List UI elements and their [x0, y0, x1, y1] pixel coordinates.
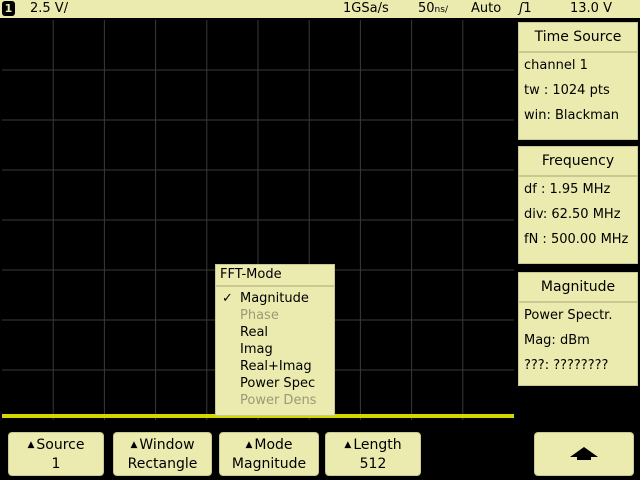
frequency-div: div: 62.50 MHz	[524, 207, 621, 222]
timebase: 50ns/	[418, 0, 448, 19]
fft-mode-option[interactable]: ✓ Magnitude	[216, 290, 334, 307]
sample-rate: 1GSa/s	[343, 1, 389, 16]
fft-mode-option[interactable]: Imag	[216, 341, 334, 358]
menu-up-button[interactable]	[534, 432, 634, 476]
mode-softkey-label: Mode	[254, 437, 293, 453]
source-softkey-label: Source	[36, 437, 85, 453]
triangle-up-icon: ▲	[344, 440, 352, 450]
fft-mode-menu-title: FFT-Mode	[216, 265, 334, 287]
source-softkey-value: 1	[51, 456, 61, 472]
fft-mode-menu: FFT-Mode ✓ Magnitude Phase Real Imag Real+Ima…	[215, 264, 335, 416]
magnitude-title: Magnitude	[519, 273, 637, 303]
length-softkey[interactable]: ▲ Length 512	[325, 432, 421, 476]
source-softkey[interactable]: ▲ Source 1	[8, 432, 104, 476]
timebase-value: 50	[418, 1, 435, 16]
channel-badge: 1	[2, 1, 15, 16]
window-softkey-label: Window	[139, 437, 195, 453]
mode-softkey-value: Magnitude	[231, 456, 307, 472]
length-softkey-label: Length	[353, 437, 402, 453]
fft-mode-option-label: Phase	[240, 308, 279, 323]
arrow-up-icon-stem	[577, 457, 591, 460]
timebase-unit: ns/	[434, 5, 448, 15]
fft-mode-option[interactable]: Real+Imag	[216, 358, 334, 375]
time-source-title: Time Source	[519, 23, 637, 53]
fft-mode-option-label: Power Spec	[240, 376, 316, 391]
trigger-level: 13.0 V	[570, 1, 612, 16]
mode-softkey[interactable]: ▲ Mode Magnitude	[219, 432, 319, 476]
time-source-win: win: Blackman	[524, 108, 620, 123]
time-source-panel: Time Source channel 1 tw : 1024 pts win:…	[518, 22, 638, 140]
triangle-up-icon: ▲	[27, 440, 35, 450]
fft-mode-option-label: Real+Imag	[240, 359, 312, 374]
trigger-mode: Auto	[471, 1, 502, 16]
checkmark-icon: ✓	[222, 291, 233, 306]
magnitude-line-1: Power Spectr.	[524, 308, 613, 323]
trigger-source: ʃ1	[519, 0, 532, 18]
fft-mode-option-label: Power Dens	[240, 393, 317, 408]
magnitude-line-3: ???: ????????	[524, 358, 609, 373]
arrow-up-icon	[570, 447, 598, 457]
triangle-up-icon: ▲	[245, 440, 253, 450]
fft-mode-option: Power Dens	[216, 392, 334, 409]
fft-mode-option-label: Magnitude	[240, 291, 309, 306]
frequency-fn: fN : 500.00 MHz	[524, 232, 629, 247]
fft-mode-option-label: Imag	[240, 342, 273, 357]
fft-mode-option[interactable]: Real	[216, 324, 334, 341]
window-softkey-value: Rectangle	[127, 456, 198, 472]
frequency-df: df : 1.95 MHz	[524, 182, 611, 197]
fft-mode-option-label: Real	[240, 325, 269, 340]
fft-mode-menu-items: ✓ Magnitude Phase Real Imag Real+Imag Power Sp…	[216, 290, 334, 409]
frequency-panel: Frequency df : 1.95 MHz div: 62.50 MHz f…	[518, 146, 638, 264]
magnitude-panel: Magnitude Power Spectr. Mag: dBm ???: ??…	[518, 272, 638, 386]
fft-mode-option[interactable]: Power Spec	[216, 375, 334, 392]
frequency-title: Frequency	[519, 147, 637, 177]
length-softkey-value: 512	[359, 456, 387, 472]
triangle-up-icon: ▲	[130, 440, 138, 450]
status-bar: 1 2.5 V/ 1GSa/s 50ns/ Auto ʃ1 13.0 V	[0, 0, 640, 18]
fft-mode-option: Phase	[216, 307, 334, 324]
time-source-channel: channel 1	[524, 58, 588, 73]
window-softkey[interactable]: ▲ Window Rectangle	[113, 432, 212, 476]
trigger-source-value: 1	[523, 1, 532, 16]
vertical-scale: 2.5 V/	[30, 1, 69, 16]
magnitude-line-2: Mag: dBm	[524, 333, 590, 348]
time-source-tw: tw : 1024 pts	[524, 83, 610, 98]
